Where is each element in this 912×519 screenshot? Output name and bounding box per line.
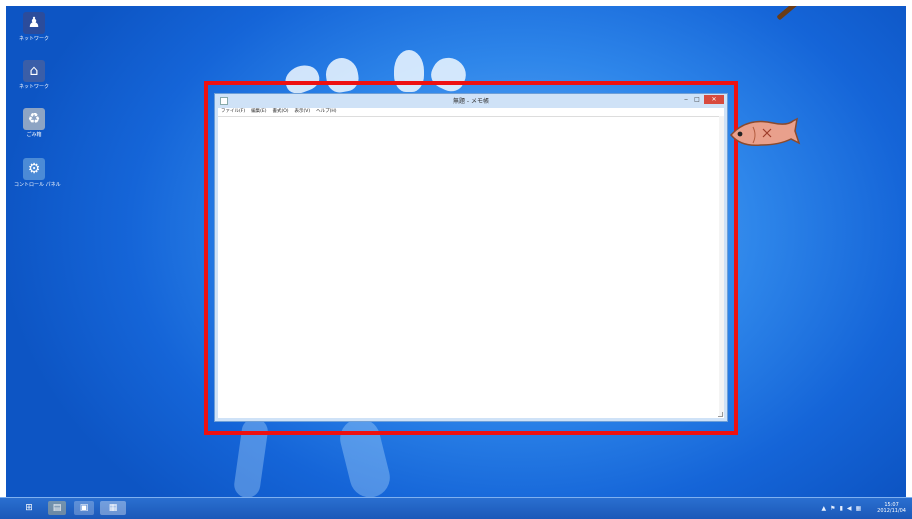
user-icon: ♟: [23, 12, 45, 34]
desktop-icon-control-panel[interactable]: ⚙ コントロール パネル: [14, 158, 61, 188]
desktop-icon-label: ネットワーク: [18, 84, 49, 90]
desktop-icon-network[interactable]: ⌂ ネットワーク: [14, 60, 54, 90]
recycle-bin-icon: ♻: [23, 108, 45, 130]
fish-pointer-icon: [730, 117, 801, 147]
network-icon: ⌂: [23, 60, 45, 82]
desktop-icon-label: ごみ箱: [26, 132, 42, 138]
app-button[interactable]: ▣: [74, 501, 94, 515]
keyboard-icon[interactable]: ▦: [856, 505, 862, 512]
system-tray: ▲ ⚑ ▮ ◀ ▦ 15:07 2012/11/04: [822, 501, 906, 515]
desktop-icon-recycle-bin[interactable]: ♻ ごみ箱: [14, 108, 54, 138]
file-explorer-button[interactable]: ▤: [48, 501, 66, 515]
tray-expand-icon[interactable]: ▲: [822, 505, 827, 512]
action-center-icon[interactable]: ⚑: [830, 505, 835, 512]
clock-date: 2012/11/04: [877, 508, 906, 514]
taskbar: ⊞ ▤ ▣ ▦ ▲ ⚑ ▮ ◀ ▦ 15:07 2012/11/04: [0, 497, 912, 519]
clock[interactable]: 15:07 2012/11/04: [877, 502, 906, 514]
desktop-icon-label: コントロール パネル: [14, 182, 61, 188]
desktop-icon-label: ネットワーク: [18, 36, 49, 42]
volume-icon[interactable]: ◀: [847, 505, 852, 512]
power-icon[interactable]: ▮: [840, 505, 843, 512]
desktop-icon-user[interactable]: ♟ ネットワーク: [14, 12, 54, 42]
highlight-box: [204, 81, 738, 435]
notepad-taskbar-button[interactable]: ▦: [100, 501, 126, 515]
control-panel-icon: ⚙: [23, 158, 45, 180]
start-button[interactable]: ⊞: [20, 501, 38, 515]
